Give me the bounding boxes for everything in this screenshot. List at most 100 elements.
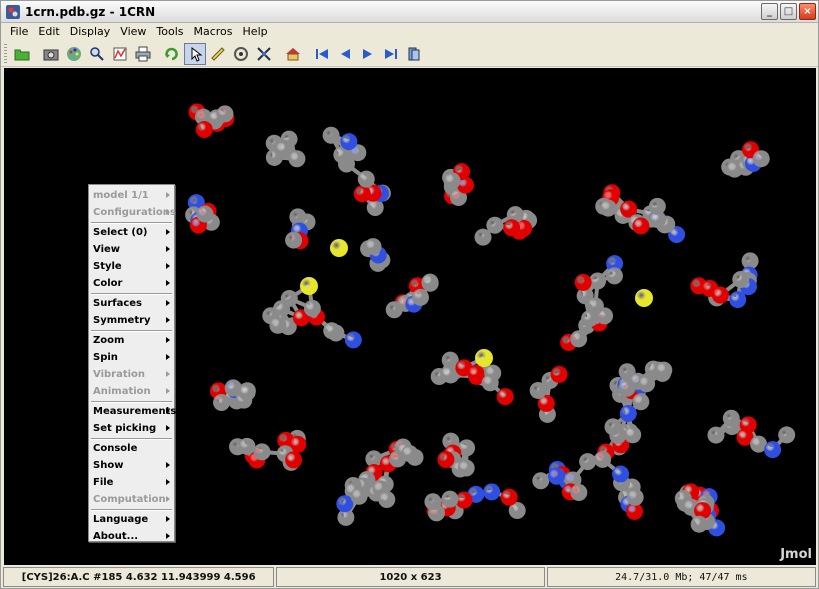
nitrogen-atom[interactable] [548, 467, 566, 485]
nitrogen-atom[interactable] [483, 483, 501, 501]
carbon-atom[interactable] [626, 488, 644, 506]
carbon-atom[interactable] [269, 316, 287, 334]
popup-item-surfaces[interactable]: Surfaces [89, 295, 174, 312]
carbon-atom[interactable] [722, 409, 740, 427]
nitrogen-atom[interactable] [764, 441, 782, 459]
carbon-atom[interactable] [401, 445, 419, 463]
carbon-atom[interactable] [481, 374, 499, 392]
popup-item-symmetry[interactable]: Symmetry [89, 312, 174, 329]
title-bar[interactable]: 1crn.pdb.gz - 1CRN _ □ × [1, 1, 818, 23]
prev-frame-icon[interactable] [334, 43, 356, 65]
palette-icon[interactable] [63, 43, 85, 65]
oxygen-atom[interactable] [503, 219, 521, 237]
carbon-atom[interactable] [424, 493, 442, 511]
nitrogen-atom[interactable] [619, 405, 637, 423]
nitrogen-atom[interactable] [336, 495, 354, 513]
carbon-atom[interactable] [253, 443, 271, 461]
menu-tools[interactable]: Tools [151, 23, 188, 41]
popup-item-language[interactable]: Language [89, 511, 174, 528]
popup-item-color[interactable]: Color [89, 275, 174, 292]
screenshot-icon[interactable] [40, 43, 62, 65]
carbon-atom[interactable] [752, 150, 770, 168]
oxygen-atom[interactable] [195, 121, 213, 139]
carbon-atom[interactable] [421, 273, 439, 291]
oxygen-atom[interactable] [285, 451, 303, 469]
popup-item-set-picking[interactable]: Set picking [89, 420, 174, 437]
oxygen-atom[interactable] [500, 488, 518, 506]
carbon-atom[interactable] [443, 172, 461, 190]
carbon-atom[interactable] [690, 515, 708, 533]
oxygen-atom[interactable] [437, 451, 455, 469]
last-frame-icon[interactable] [380, 43, 402, 65]
carbon-atom[interactable] [357, 170, 375, 188]
close-button[interactable]: × [799, 3, 816, 20]
menu-help[interactable]: Help [238, 23, 273, 41]
popup-item-style[interactable]: Style [89, 258, 174, 275]
carbon-atom[interactable] [648, 197, 666, 215]
carbon-atom[interactable] [378, 491, 396, 509]
popup-item-console[interactable]: Console [89, 440, 174, 457]
carbon-atom[interactable] [599, 199, 617, 217]
carbon-atom[interactable] [732, 270, 750, 288]
rotate-icon[interactable] [161, 43, 183, 65]
carbon-atom[interactable] [322, 126, 340, 144]
minimize-button[interactable]: _ [761, 3, 778, 20]
menu-edit[interactable]: Edit [33, 23, 64, 41]
first-frame-icon[interactable] [311, 43, 333, 65]
carbon-atom[interactable] [238, 383, 256, 401]
carbon-atom[interactable] [474, 228, 492, 246]
nitrogen-atom[interactable] [612, 465, 630, 483]
sulfur-atom[interactable] [300, 277, 318, 295]
open-folder-icon[interactable] [11, 43, 33, 65]
carbon-atom[interactable] [303, 299, 321, 317]
sulfur-atom[interactable] [475, 349, 493, 367]
carbon-atom[interactable] [457, 459, 475, 477]
spin-icon[interactable] [230, 43, 252, 65]
carbon-atom[interactable] [364, 238, 382, 256]
oxygen-atom[interactable] [711, 286, 729, 304]
toolbar-grip[interactable] [4, 43, 7, 64]
popup-item-select-0[interactable]: Select (0) [89, 224, 174, 241]
carbon-atom[interactable] [238, 437, 256, 455]
menu-display[interactable]: Display [65, 23, 116, 41]
oxygen-atom[interactable] [550, 365, 568, 383]
popup-item-spin[interactable]: Spin [89, 349, 174, 366]
magnifier-icon[interactable] [86, 43, 108, 65]
home-icon[interactable] [282, 43, 304, 65]
oxygen-atom[interactable] [353, 185, 371, 203]
play-icon[interactable] [403, 43, 425, 65]
carbon-atom[interactable] [285, 231, 303, 249]
carbon-atom[interactable] [411, 288, 429, 306]
carbon-atom[interactable] [570, 483, 588, 501]
nitrogen-atom[interactable] [729, 291, 747, 309]
carbon-atom[interactable] [441, 490, 459, 508]
popup-item-file[interactable]: File [89, 474, 174, 491]
nitrogen-atom[interactable] [340, 133, 358, 151]
pick-icon[interactable] [184, 42, 206, 65]
popup-item-zoom[interactable]: Zoom [89, 332, 174, 349]
menu-view[interactable]: View [115, 23, 151, 41]
popup-item-show[interactable]: Show [89, 457, 174, 474]
sulfur-atom[interactable] [635, 289, 653, 307]
maximize-button[interactable]: □ [780, 3, 797, 20]
carbon-atom[interactable] [655, 361, 673, 379]
carbon-atom[interactable] [604, 418, 622, 436]
sulfur-atom[interactable] [330, 239, 348, 257]
carbon-atom[interactable] [605, 267, 623, 285]
carbon-atom[interactable] [216, 105, 234, 123]
carbon-atom[interactable] [778, 426, 796, 444]
crossed-arrows-icon[interactable] [253, 43, 275, 65]
carbon-atom[interactable] [350, 487, 368, 505]
carbon-atom[interactable] [589, 272, 607, 290]
oxygen-atom[interactable] [632, 217, 650, 235]
next-frame-icon[interactable] [357, 43, 379, 65]
ruler-icon[interactable] [207, 43, 229, 65]
popup-item-about[interactable]: About... [89, 528, 174, 545]
oxygen-atom[interactable] [467, 365, 485, 383]
carbon-atom[interactable] [707, 426, 725, 444]
carbon-atom[interactable] [323, 322, 341, 340]
carbon-atom[interactable] [624, 426, 642, 444]
carbon-atom[interactable] [632, 393, 650, 411]
nitrogen-atom[interactable] [344, 331, 362, 349]
carbon-atom[interactable] [288, 150, 306, 168]
